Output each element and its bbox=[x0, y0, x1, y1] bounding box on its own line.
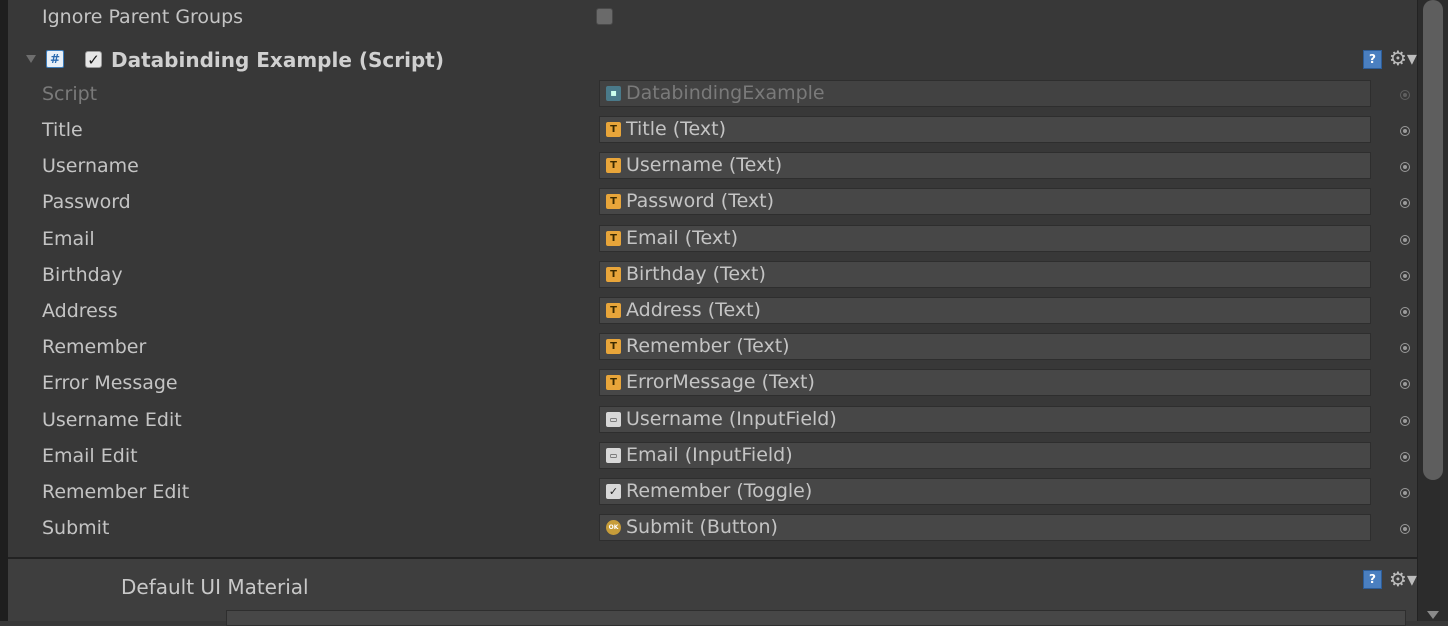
object-picker-icon[interactable] bbox=[1400, 379, 1410, 390]
object-picker-icon[interactable] bbox=[1400, 415, 1410, 426]
scrollbar-thumb[interactable] bbox=[1423, 0, 1443, 480]
field-row: Remember T Remember (Text) bbox=[8, 330, 1418, 366]
field-row: Username Edit ▭ Username (InputField) bbox=[8, 403, 1418, 439]
object-picker-icon[interactable] bbox=[1400, 198, 1410, 209]
object-field-value: Password (Text) bbox=[626, 190, 775, 213]
script-icon: ▪ bbox=[606, 86, 621, 101]
script-value: DatabindingExample bbox=[626, 82, 825, 104]
object-picker-icon[interactable] bbox=[1400, 524, 1410, 535]
text-component-icon: T bbox=[606, 230, 621, 246]
field-label: Email Edit bbox=[42, 444, 138, 467]
field-row: Title T Title (Text) bbox=[8, 113, 1418, 149]
ignore-parent-groups-checkbox[interactable] bbox=[596, 8, 613, 25]
script-row: Script ▪ DatabindingExample bbox=[8, 77, 1418, 113]
field-label: Username bbox=[42, 155, 139, 178]
object-field-value: Email (InputField) bbox=[626, 443, 793, 466]
ignore-parent-groups-label: Ignore Parent Groups bbox=[42, 6, 244, 28]
material-section: Default UI Material ? ⚙▾ bbox=[8, 559, 1418, 626]
inspector-panel: Ignore Parent Groups # ✓ Databinding Exa… bbox=[8, 0, 1418, 626]
inputfield-component-icon: ▭ bbox=[606, 447, 621, 463]
field-row: Error Message T ErrorMessage (Text) bbox=[8, 366, 1418, 402]
script-field: ▪ DatabindingExample bbox=[599, 80, 1371, 107]
field-label: Remember bbox=[42, 336, 147, 359]
scroll-down-arrow-icon[interactable] bbox=[1427, 611, 1439, 619]
field-row: Birthday T Birthday (Text) bbox=[8, 258, 1418, 294]
object-field-value: Email (Text) bbox=[626, 226, 739, 249]
field-row: Submit OK Submit (Button) bbox=[8, 511, 1418, 547]
object-picker-icon[interactable] bbox=[1400, 162, 1410, 173]
shader-field[interactable] bbox=[226, 610, 1406, 626]
field-row: Email Edit ▭ Email (InputField) bbox=[8, 439, 1418, 475]
text-component-icon: T bbox=[606, 266, 621, 282]
object-field-value: Address (Text) bbox=[626, 299, 761, 321]
object-field[interactable]: T Title (Text) bbox=[599, 116, 1371, 143]
object-picker-icon[interactable] bbox=[1400, 451, 1410, 462]
inputfield-component-icon: ▭ bbox=[606, 411, 621, 427]
object-field[interactable]: T Remember (Text) bbox=[599, 333, 1371, 361]
object-picker-icon[interactable] bbox=[1400, 126, 1410, 136]
field-label: Title bbox=[42, 119, 83, 141]
object-picker-icon[interactable] bbox=[1400, 488, 1410, 498]
component-enabled-checkbox[interactable]: ✓ bbox=[85, 51, 102, 68]
object-field-value: Submit (Button) bbox=[626, 516, 778, 539]
object-picker-icon bbox=[1400, 90, 1410, 100]
text-component-icon: T bbox=[606, 339, 621, 355]
inspector-left-edge bbox=[0, 0, 8, 621]
button-component-icon: OK bbox=[606, 520, 621, 536]
object-field[interactable]: T Email (Text) bbox=[599, 224, 1371, 252]
object-field[interactable]: T Address (Text) bbox=[599, 297, 1371, 324]
text-component-icon: T bbox=[606, 303, 621, 318]
field-label: Remember Edit bbox=[42, 481, 190, 503]
field-label: Password bbox=[42, 191, 131, 214]
object-field-value: Remember (Toggle) bbox=[626, 480, 813, 502]
field-label: Birthday bbox=[42, 263, 123, 286]
text-component-icon: T bbox=[606, 122, 621, 137]
text-component-icon: T bbox=[606, 158, 621, 174]
foldout-arrow-icon[interactable] bbox=[26, 55, 36, 63]
gear-icon[interactable]: ⚙▾ bbox=[1389, 46, 1417, 70]
object-field-value: Username (InputField) bbox=[626, 407, 837, 430]
field-label: Error Message bbox=[42, 372, 178, 395]
text-component-icon: T bbox=[606, 194, 621, 210]
object-field-value: Birthday (Text) bbox=[626, 262, 766, 285]
toggle-component-icon: ✓ bbox=[606, 484, 621, 499]
object-picker-icon[interactable] bbox=[1400, 343, 1410, 354]
object-field-value: Remember (Text) bbox=[626, 335, 790, 358]
field-label: Submit bbox=[42, 517, 110, 540]
object-field-value: Username (Text) bbox=[626, 154, 783, 177]
object-picker-icon[interactable] bbox=[1400, 270, 1410, 281]
object-field[interactable]: ▭ Username (InputField) bbox=[599, 405, 1371, 433]
object-picker-icon[interactable] bbox=[1400, 234, 1410, 245]
material-title: Default UI Material bbox=[121, 575, 309, 599]
object-field[interactable]: T ErrorMessage (Text) bbox=[599, 369, 1371, 397]
field-label: Username Edit bbox=[42, 408, 182, 431]
object-field[interactable]: T Username (Text) bbox=[599, 152, 1371, 180]
object-picker-icon[interactable] bbox=[1400, 307, 1410, 317]
field-label: Email bbox=[42, 227, 95, 250]
material-gear-icon[interactable]: ⚙▾ bbox=[1389, 567, 1417, 591]
object-field[interactable]: T Birthday (Text) bbox=[599, 260, 1371, 288]
object-field-value: ErrorMessage (Text) bbox=[626, 371, 815, 394]
field-row: Address T Address (Text) bbox=[8, 294, 1418, 330]
field-label: Address bbox=[42, 300, 118, 322]
object-field-value: Title (Text) bbox=[626, 118, 727, 140]
ignore-parent-groups-row: Ignore Parent Groups bbox=[8, 0, 1418, 36]
field-row: Email T Email (Text) bbox=[8, 222, 1418, 258]
field-row: Username T Username (Text) bbox=[8, 149, 1418, 185]
script-label: Script bbox=[42, 83, 98, 105]
csharp-script-icon: # bbox=[46, 50, 64, 68]
object-field[interactable]: OK Submit (Button) bbox=[599, 514, 1371, 542]
material-help-icon[interactable]: ? bbox=[1363, 570, 1382, 589]
component-title: Databinding Example (Script) bbox=[111, 48, 444, 72]
object-field[interactable]: ✓ Remember (Toggle) bbox=[599, 478, 1371, 505]
object-field[interactable]: T Password (Text) bbox=[599, 188, 1371, 216]
field-row: Remember Edit ✓ Remember (Toggle) bbox=[8, 475, 1418, 511]
field-row: Password T Password (Text) bbox=[8, 185, 1418, 221]
text-component-icon: T bbox=[606, 375, 621, 391]
scrollbar[interactable] bbox=[1417, 0, 1448, 621]
object-field[interactable]: ▭ Email (InputField) bbox=[599, 441, 1371, 469]
help-icon[interactable]: ? bbox=[1363, 50, 1382, 69]
component-header[interactable]: # ✓ Databinding Example (Script) ? ⚙▾ bbox=[8, 42, 1418, 78]
